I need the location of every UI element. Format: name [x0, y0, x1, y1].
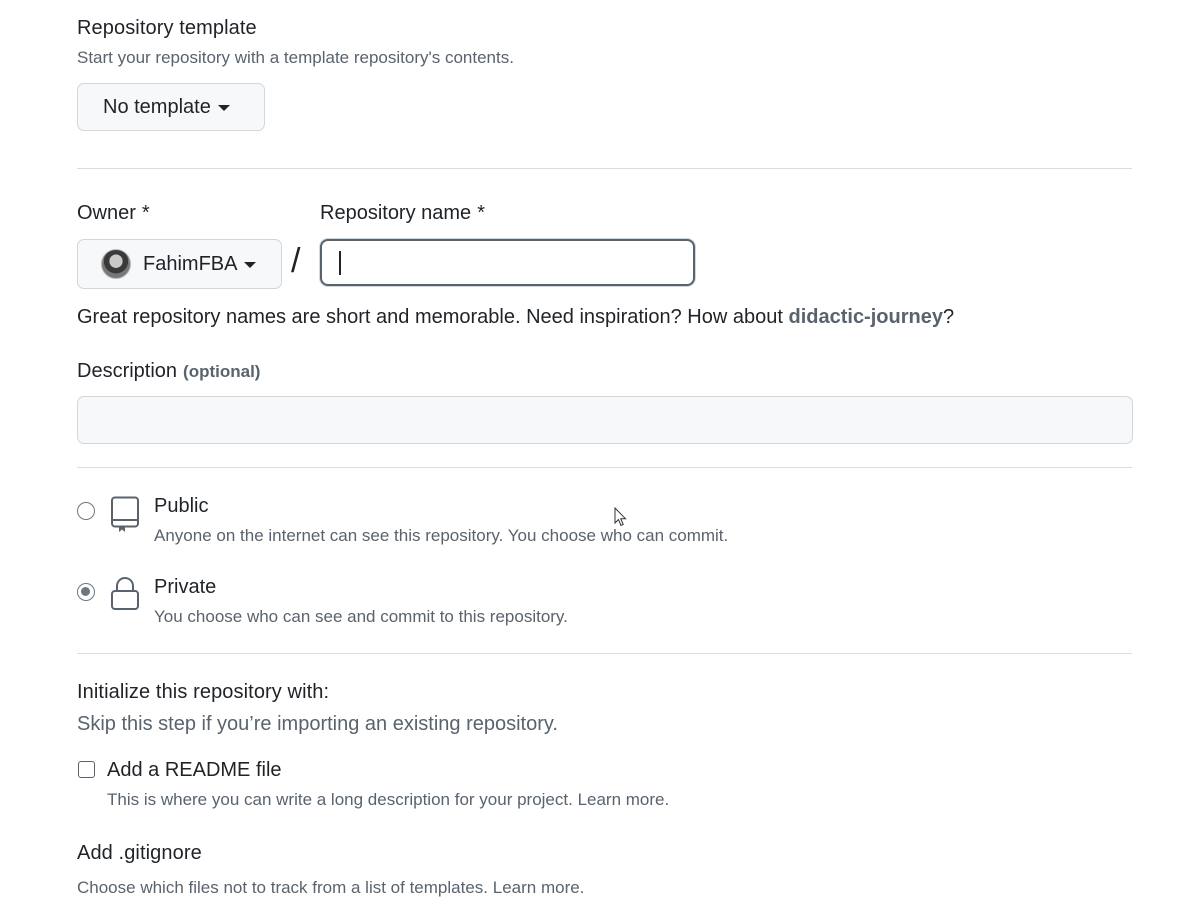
- repo-name-hint: Great repository names are short and mem…: [77, 306, 954, 329]
- public-radio[interactable]: [77, 502, 95, 520]
- owner-label: Owner *: [77, 202, 150, 225]
- divider: [77, 467, 1132, 468]
- repository-name-input[interactable]: [320, 239, 695, 286]
- readme-label[interactable]: Add a README file: [107, 759, 282, 782]
- template-dropdown-button[interactable]: No template: [77, 83, 265, 131]
- owner-repo-separator: /: [291, 242, 301, 280]
- description-input[interactable]: [77, 396, 1133, 444]
- new-repository-form: Repository template Start your repositor…: [0, 0, 1203, 905]
- initialize-subtitle: Skip this step if you’re importing an ex…: [77, 713, 558, 735]
- readme-description-text: This is where you can write a long descr…: [107, 790, 573, 809]
- caret-down-icon: [217, 105, 230, 111]
- divider: [77, 653, 1132, 654]
- lock-icon: [109, 576, 141, 617]
- repo-name-label: Repository name *: [320, 202, 485, 225]
- owner-label-text: Owner: [77, 202, 136, 224]
- owner-dropdown-button[interactable]: FahimFBA: [77, 239, 282, 289]
- gitignore-description: Choose which files not to track from a l…: [77, 878, 584, 898]
- owner-username: FahimFBA: [143, 252, 238, 275]
- repo-name-hint-text: Great repository names are short and mem…: [77, 306, 789, 328]
- gitignore-description-text: Choose which files not to track from a l…: [77, 878, 489, 897]
- mouse-pointer-icon: [614, 506, 628, 532]
- private-option-title: Private: [154, 576, 217, 598]
- private-radio[interactable]: [77, 583, 95, 601]
- public-option-title: Public: [154, 495, 209, 517]
- initialize-title: Initialize this repository with:: [77, 681, 330, 703]
- avatar: [101, 249, 131, 279]
- gitignore-title: Add .gitignore: [77, 842, 202, 864]
- repo-name-hint-end: ?: [942, 306, 955, 328]
- divider: [77, 168, 1132, 169]
- public-option-description: Anyone on the internet can see this repo…: [154, 526, 729, 545]
- text-cursor: [339, 251, 341, 275]
- readme-description: This is where you can write a long descr…: [107, 790, 669, 810]
- repo-icon: [109, 496, 141, 539]
- template-dropdown-label: No template: [103, 95, 211, 118]
- required-mark: *: [477, 202, 485, 224]
- repo-name-label-text: Repository name: [320, 202, 472, 224]
- description-label-text: Description: [77, 360, 178, 382]
- template-section-title: Repository template: [77, 17, 257, 39]
- template-section-subtitle: Start your repository with a template re…: [77, 48, 514, 67]
- readme-checkbox[interactable]: [78, 761, 95, 778]
- readme-learn-more-link[interactable]: Learn more.: [578, 790, 670, 809]
- gitignore-learn-more-link[interactable]: Learn more.: [493, 878, 585, 897]
- repo-name-suggestion-link[interactable]: didactic-journey: [788, 306, 942, 328]
- optional-tag: (optional): [183, 362, 261, 381]
- caret-down-icon: [244, 262, 257, 268]
- description-label: Description (optional): [77, 360, 260, 383]
- required-mark: *: [141, 202, 150, 224]
- private-option-description: You choose who can see and commit to thi…: [154, 607, 568, 626]
